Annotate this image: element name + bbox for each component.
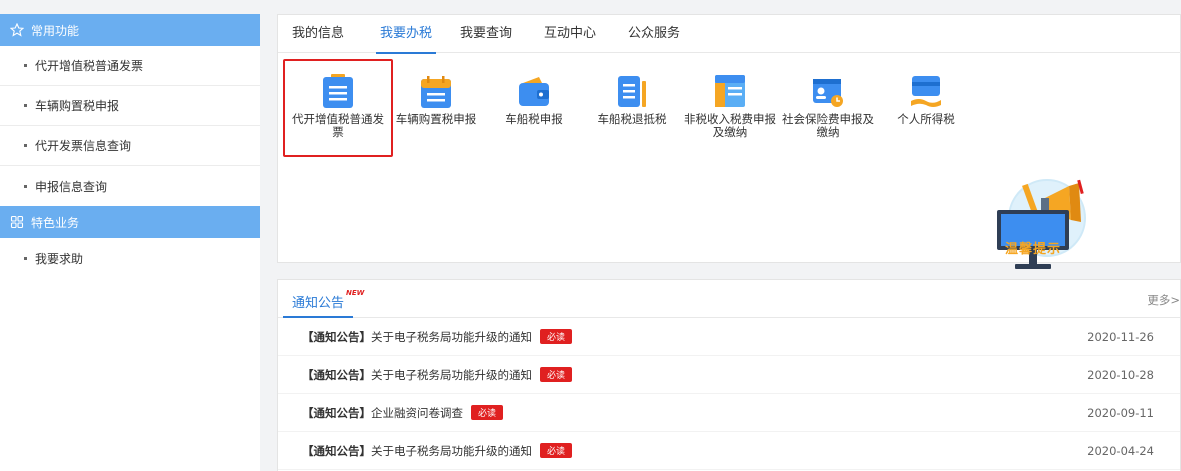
sidebar-item-label: 车辆购置税申报 [35, 99, 120, 113]
warm-tip-graphic[interactable]: 温馨提示 [993, 178, 1091, 278]
sidebar-item-declaration-query[interactable]: 申报信息查询 [0, 166, 260, 206]
star-icon [10, 23, 24, 37]
invoice-doc-icon [323, 74, 353, 108]
service-vessel-tax-refund[interactable]: 车船税退抵税 [586, 73, 678, 126]
personal-tax-card-icon [911, 76, 941, 107]
warm-tip-label: 温馨提示 [1004, 242, 1061, 257]
must-read-badge: 必读 [540, 443, 573, 458]
must-read-badge: 必读 [540, 367, 573, 382]
tax-refund-doc-icon [618, 76, 646, 107]
social-insurance-card-icon [813, 79, 843, 107]
vehicle-tax-doc-icon [421, 76, 451, 108]
sidebar-section-common[interactable]: 常用功能 [0, 14, 260, 46]
service-label: 车船税退抵税 [597, 112, 667, 126]
sidebar-section-title: 常用功能 [31, 23, 80, 38]
bullet [24, 256, 27, 260]
tab-query[interactable]: 我要查询 [460, 15, 512, 53]
notice-text: 关于电子税务局功能升级的通知 [371, 443, 532, 458]
notice-text: 关于电子税务局功能升级的通知 [371, 329, 532, 344]
grid-icon [10, 215, 24, 229]
sidebar-section-title: 特色业务 [31, 215, 80, 230]
non-tax-layout-icon [715, 75, 745, 107]
notice-row[interactable]: 【通知公告】 关于电子税务局功能升级的通知 必读 2020-11-26 [278, 318, 1180, 356]
service-vehicle-tax[interactable]: 车辆购置税申报 [390, 73, 482, 126]
sidebar-item-label: 代开发票信息查询 [35, 139, 132, 153]
sidebar-item-label: 我要求助 [35, 251, 84, 266]
tab-interaction[interactable]: 互动中心 [544, 15, 596, 53]
notice-tag: 【通知公告】 [302, 367, 371, 382]
tab-public-service[interactable]: 公众服务 [628, 15, 680, 53]
sidebar: 常用功能 代开增值税普通发票 车辆购置税申报 代开发票信息查询 申报信息查询 特… [0, 14, 260, 471]
notice-header: 通知公告 NEW 更多> [278, 280, 1180, 318]
more-link[interactable]: 更多> [1147, 292, 1180, 308]
service-label: 非税收入税费申报及缴纳 [684, 112, 776, 139]
notice-tab-title[interactable]: 通知公告 [292, 292, 344, 311]
notice-date: 2020-09-11 [1087, 405, 1154, 420]
service-label: 个人所得税 [897, 112, 955, 126]
notice-text: 企业融资问卷调查 [371, 405, 463, 420]
must-read-badge: 必读 [540, 329, 573, 344]
sidebar-item-label: 代开增值税普通发票 [35, 59, 144, 73]
bullet [24, 104, 27, 107]
notice-tag: 【通知公告】 [302, 405, 371, 420]
notice-row[interactable]: 【通知公告】 企业融资问卷调查 必读 2020-09-11 [278, 394, 1180, 432]
service-social-insurance[interactable]: 社会保险费申报及缴纳 [782, 73, 874, 139]
notice-row[interactable]: 【通知公告】 关于电子税务局功能升级的通知 必读 2020-04-24 [278, 432, 1180, 470]
notice-date: 2020-10-28 [1087, 367, 1154, 382]
service-panel: 我的信息 我要办税 我要查询 互动中心 公众服务 代开增值税普通发票 车辆购置税… [277, 14, 1181, 269]
service-label: 社会保险费申报及缴纳 [782, 112, 874, 139]
sidebar-item-help[interactable]: 我要求助 [0, 238, 260, 278]
notice-tag: 【通知公告】 [302, 443, 371, 458]
sidebar-item-vat-invoice[interactable]: 代开增值税普通发票 [0, 46, 260, 86]
bullet [24, 64, 27, 67]
wallet-icon [519, 77, 549, 106]
must-read-badge: 必读 [471, 405, 504, 420]
service-personal-income-tax[interactable]: 个人所得税 [880, 73, 972, 126]
sidebar-item-vehicle-tax[interactable]: 车辆购置税申报 [0, 86, 260, 126]
sidebar-item-label: 申报信息查询 [35, 179, 108, 194]
tab-bar: 我的信息 我要办税 我要查询 互动中心 公众服务 [278, 15, 1181, 54]
sidebar-section-special[interactable]: 特色业务 [0, 206, 260, 238]
service-vessel-tax[interactable]: 车船税申报 [488, 73, 580, 126]
notice-text: 关于电子税务局功能升级的通知 [371, 367, 532, 382]
notice-date: 2020-11-26 [1087, 329, 1154, 344]
bullet [24, 184, 27, 188]
new-badge: NEW [346, 289, 365, 297]
bullet [24, 144, 27, 147]
service-label: 代开增值税普通发票 [292, 112, 384, 139]
service-vat-invoice[interactable]: 代开增值税普通发票 [292, 73, 384, 139]
service-non-tax-income[interactable]: 非税收入税费申报及缴纳 [684, 73, 776, 139]
notice-panel: 通知公告 NEW 更多> 【通知公告】 关于电子税务局功能升级的通知 必读 20… [277, 279, 1181, 471]
tab-my-info[interactable]: 我的信息 [292, 15, 344, 53]
notice-date: 2020-04-24 [1087, 443, 1154, 458]
notice-tag: 【通知公告】 [302, 329, 371, 344]
service-label: 车辆购置税申报 [395, 112, 477, 126]
tab-tax-handling[interactable]: 我要办税 [376, 15, 436, 54]
notice-row[interactable]: 【通知公告】 关于电子税务局功能升级的通知 必读 2020-10-28 [278, 356, 1180, 394]
service-label: 车船税申报 [505, 112, 563, 126]
sidebar-item-invoice-query[interactable]: 代开发票信息查询 [0, 126, 260, 166]
